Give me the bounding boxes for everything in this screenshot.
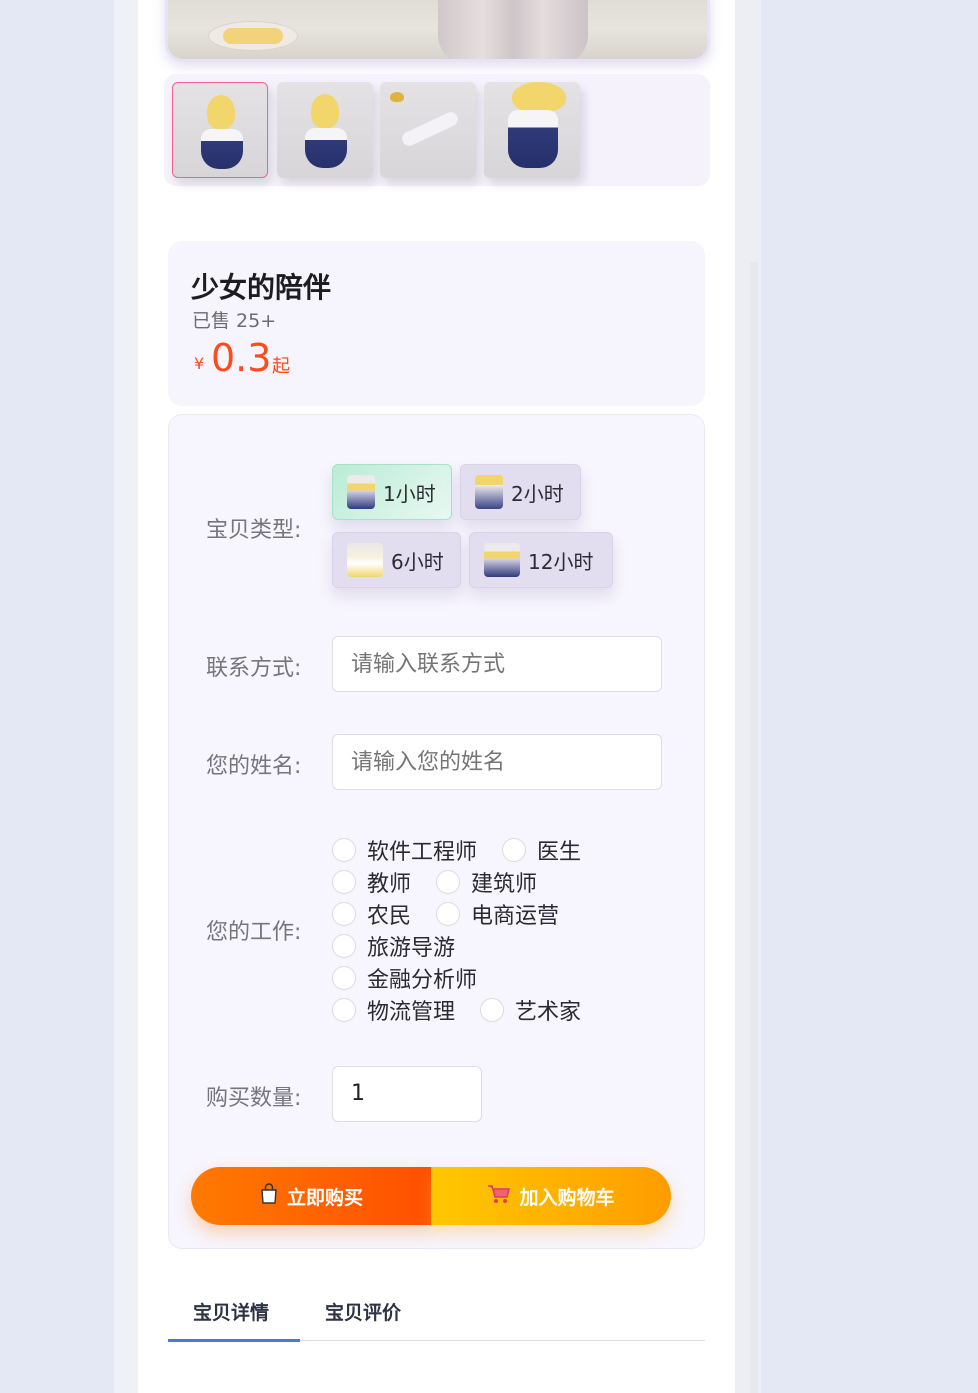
sku-thumbnail bbox=[347, 543, 383, 577]
radio-label: 物流管理 bbox=[367, 1000, 456, 1025]
radio-label: 医生 bbox=[537, 840, 582, 865]
quantity-input[interactable]: 1 bbox=[332, 1066, 482, 1122]
job-radio-row: 物流管理 艺术家 bbox=[332, 994, 593, 1026]
job-option-financial-analyst[interactable]: 金融分析师 bbox=[332, 962, 477, 994]
job-option-ecommerce[interactable]: 电商运营 bbox=[436, 898, 559, 930]
radio-circle[interactable] bbox=[436, 870, 461, 894]
job-label: 您的工作: bbox=[206, 920, 302, 945]
radio-label: 建筑师 bbox=[471, 872, 538, 897]
thumbnail-3[interactable] bbox=[380, 82, 476, 178]
job-option-software-engineer[interactable]: 软件工程师 bbox=[332, 834, 477, 866]
radio-circle[interactable] bbox=[332, 934, 356, 958]
sku-label: 宝贝类型: bbox=[206, 518, 302, 543]
shopping-bag-icon bbox=[259, 1182, 279, 1210]
sku-thumbnail bbox=[484, 543, 520, 577]
tab-reviews[interactable]: 宝贝评价 bbox=[325, 1298, 401, 1325]
radio-label: 软件工程师 bbox=[367, 840, 478, 865]
product-title: 少女的陪伴 bbox=[191, 271, 332, 304]
currency-symbol: ¥ bbox=[194, 354, 205, 373]
job-option-doctor[interactable]: 医生 bbox=[502, 834, 581, 866]
contact-input[interactable] bbox=[332, 636, 662, 692]
radio-circle[interactable] bbox=[436, 902, 461, 926]
quantity-label: 购买数量: bbox=[206, 1086, 302, 1111]
sku-option-label: 2小时 bbox=[511, 481, 564, 506]
sku-option-2h[interactable]: 2小时 bbox=[460, 464, 581, 520]
thumbnail-1[interactable] bbox=[172, 82, 268, 178]
job-option-tour-guide[interactable]: 旅游导游 bbox=[332, 930, 455, 962]
buy-now-label: 立即购买 bbox=[286, 1186, 363, 1209]
sku-option-label: 12小时 bbox=[528, 549, 594, 574]
sku-option-6h[interactable]: 6小时 bbox=[332, 532, 461, 588]
radio-label: 教师 bbox=[367, 872, 412, 897]
radio-circle[interactable] bbox=[332, 902, 356, 926]
radio-circle[interactable] bbox=[332, 966, 356, 990]
radio-label: 金融分析师 bbox=[367, 968, 478, 993]
image-plate bbox=[208, 21, 298, 51]
job-radio-row: 旅游导游 bbox=[332, 930, 467, 962]
radio-label: 农民 bbox=[367, 904, 412, 929]
thumbnail-2[interactable] bbox=[277, 82, 373, 178]
radio-circle[interactable] bbox=[332, 870, 356, 894]
thumbnail-4[interactable] bbox=[484, 82, 580, 178]
radio-label: 旅游导游 bbox=[367, 936, 456, 961]
buy-now-button[interactable]: 立即购买 bbox=[191, 1167, 431, 1225]
radio-label: 电商运营 bbox=[471, 904, 560, 929]
job-radio-row: 农民 电商运营 bbox=[332, 898, 571, 930]
active-tab-indicator bbox=[168, 1339, 300, 1342]
job-option-artist[interactable]: 艺术家 bbox=[480, 994, 581, 1026]
price-suffix: 起 bbox=[272, 356, 290, 377]
job-option-farmer[interactable]: 农民 bbox=[332, 898, 411, 930]
radio-circle[interactable] bbox=[332, 998, 356, 1022]
job-radio-row: 金融分析师 bbox=[332, 962, 489, 994]
contact-label: 联系方式: bbox=[206, 656, 302, 681]
name-input[interactable] bbox=[332, 734, 662, 790]
radio-circle[interactable] bbox=[480, 998, 505, 1022]
sku-option-12h[interactable]: 12小时 bbox=[469, 532, 613, 588]
name-label: 您的姓名: bbox=[206, 754, 302, 779]
sku-option-label: 6小时 bbox=[391, 549, 444, 574]
sku-option-1h[interactable]: 1小时 bbox=[332, 464, 452, 520]
job-option-teacher[interactable]: 教师 bbox=[332, 866, 411, 898]
price-value: 0.3 bbox=[211, 336, 272, 380]
main-product-image bbox=[165, 0, 710, 62]
job-option-logistics[interactable]: 物流管理 bbox=[332, 994, 455, 1026]
job-option-architect[interactable]: 建筑师 bbox=[436, 866, 537, 898]
tab-details[interactable]: 宝贝详情 bbox=[193, 1298, 269, 1325]
add-to-cart-button[interactable]: 加入购物车 bbox=[431, 1167, 671, 1225]
sku-thumbnail bbox=[347, 475, 375, 509]
job-radio-row: 教师 建筑师 bbox=[332, 866, 549, 898]
shopping-cart-icon bbox=[487, 1184, 511, 1209]
add-to-cart-label: 加入购物车 bbox=[519, 1186, 615, 1209]
sku-option-label: 1小时 bbox=[383, 481, 436, 506]
sold-count: 已售 25+ bbox=[192, 310, 277, 332]
scrollbar-thumb[interactable] bbox=[750, 262, 758, 1393]
job-radio-row: 软件工程师 医生 bbox=[332, 834, 593, 866]
radio-circle[interactable] bbox=[332, 838, 356, 862]
image-subject bbox=[438, 0, 588, 59]
radio-label: 艺术家 bbox=[515, 1000, 582, 1025]
sku-thumbnail bbox=[475, 475, 503, 509]
radio-circle[interactable] bbox=[502, 838, 527, 862]
